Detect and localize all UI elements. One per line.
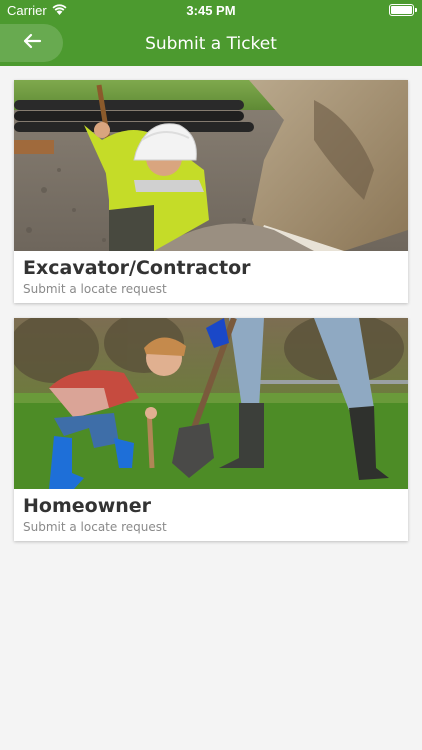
status-bar: Carrier 3:45 PM: [0, 0, 422, 22]
status-time: 3:45 PM: [186, 3, 236, 18]
homeowner-digging-image: [14, 318, 408, 489]
excavator-worker-image: [14, 80, 408, 251]
card-subtitle: Submit a locate request: [23, 282, 167, 296]
card-homeowner[interactable]: Homeowner Submit a locate request: [14, 318, 408, 541]
card-subtitle: Submit a locate request: [23, 520, 167, 534]
battery-icon: [389, 4, 417, 16]
card-title: Excavator/Contractor: [23, 257, 251, 279]
card-title: Homeowner: [23, 495, 152, 517]
page-title: Submit a Ticket: [145, 34, 277, 54]
nav-bar: Submit a Ticket: [0, 22, 422, 66]
card-excavator-contractor[interactable]: Excavator/Contractor Submit a locate req…: [14, 80, 408, 303]
